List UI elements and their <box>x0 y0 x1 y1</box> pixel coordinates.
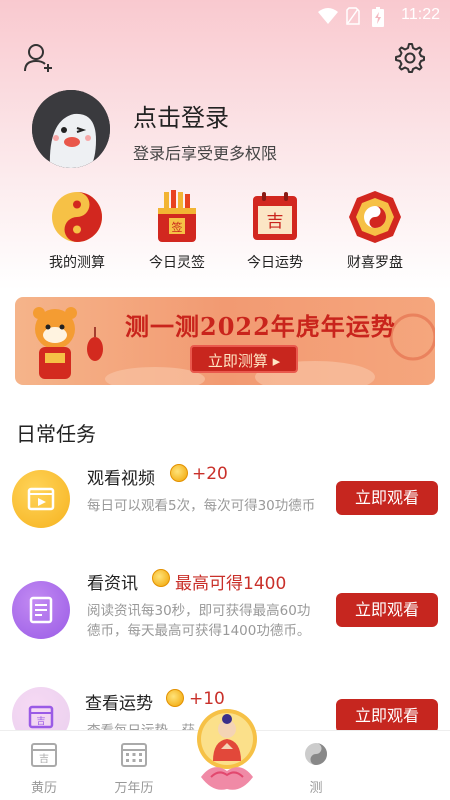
banner-title: 测一测2022年虎年运势 <box>125 312 396 341</box>
task-name: 查看运势 <box>85 694 153 714</box>
feature-my-calculation[interactable]: 我的测算 <box>29 190 125 272</box>
article-icon <box>29 596 53 624</box>
task-description: 每日可以观看5次，每次可得30功德币 <box>87 498 316 514</box>
video-icon <box>27 487 55 511</box>
feature-fortune-compass[interactable]: 财喜罗盘 <box>327 190 423 272</box>
fortune-sticks-icon: 签 <box>158 190 196 242</box>
tab-label: 黄历 <box>30 781 57 796</box>
tab-almanac[interactable]: 吉 黄历 <box>14 741 74 796</box>
task-watch-video: 观看视频 +20 每日可以观看5次，每次可得30功德币 立即观看 <box>0 460 450 570</box>
watch-now-button[interactable]: 立即观看 <box>336 593 438 627</box>
news-task-icon <box>12 581 70 639</box>
svg-text:吉: 吉 <box>36 716 45 727</box>
svg-text:吉: 吉 <box>267 212 284 232</box>
ghost-avatar-icon <box>32 90 110 168</box>
avatar[interactable] <box>32 90 110 168</box>
login-title[interactable]: 点击登录 <box>133 98 229 133</box>
login-subtitle: 登录后享受更多权限 <box>133 144 278 163</box>
feature-daily-fortune[interactable]: 吉 今日运势 <box>227 190 323 272</box>
feature-daily-lot[interactable]: 签 今日灵签 <box>129 190 225 272</box>
task-reward: 最高可得1400 <box>175 574 287 594</box>
no-sim-icon <box>346 7 360 25</box>
task-read-news: 看资讯 最高可得1400 阅读资讯每30秒，即可获得最高60功德币，每天最高可获… <box>0 565 450 675</box>
feature-label: 财喜罗盘 <box>347 255 403 271</box>
tiger-year-fortune-banner[interactable]: 测一测2022年虎年运势 立即测算 ▸ <box>15 297 435 385</box>
task-name: 观看视频 <box>87 469 155 489</box>
coin-icon <box>170 464 188 482</box>
add-user-icon[interactable] <box>22 42 54 74</box>
wifi-icon <box>318 8 338 24</box>
calendar-ji-icon: 吉 <box>253 192 297 240</box>
task-description: 阅读资讯每30秒，即可获得最高60功德币，每天最高可获得1400功德币。 <box>87 603 311 639</box>
feature-label: 今日运势 <box>247 255 303 271</box>
tab-calculate[interactable]: 测 <box>286 741 346 796</box>
feature-label: 我的测算 <box>49 255 105 271</box>
section-title: 日常任务 <box>16 422 96 446</box>
watch-now-button[interactable]: 立即观看 <box>336 699 438 733</box>
svg-text:吉: 吉 <box>39 753 49 765</box>
task-name: 看资讯 <box>87 574 138 594</box>
coin-icon <box>166 689 184 707</box>
clock: 11:22 <box>401 6 440 23</box>
tab-label: 万年历 <box>114 781 154 796</box>
feature-label: 今日灵签 <box>149 255 205 271</box>
svg-text:签: 签 <box>172 220 183 234</box>
coin-icon <box>152 569 170 587</box>
yin-yang-icon <box>305 743 327 765</box>
yin-yang-icon <box>52 192 102 242</box>
battery-icon <box>372 7 384 27</box>
tab-label: 测 <box>309 781 323 796</box>
almanac-icon: 吉 <box>31 743 57 767</box>
status-bar: 11:22 <box>0 0 450 32</box>
buddha-center-button-icon[interactable] <box>193 705 261 795</box>
calculate-now-button[interactable]: 立即测算 ▸ <box>190 345 298 373</box>
gear-icon[interactable] <box>394 42 426 74</box>
tab-perpetual-calendar[interactable]: 万年历 <box>104 741 164 796</box>
bagua-compass-icon <box>349 191 401 243</box>
calendar-grid-icon <box>121 743 147 767</box>
video-task-icon <box>12 470 70 528</box>
watch-now-button[interactable]: 立即观看 <box>336 481 438 515</box>
task-reward: +20 <box>192 464 228 484</box>
